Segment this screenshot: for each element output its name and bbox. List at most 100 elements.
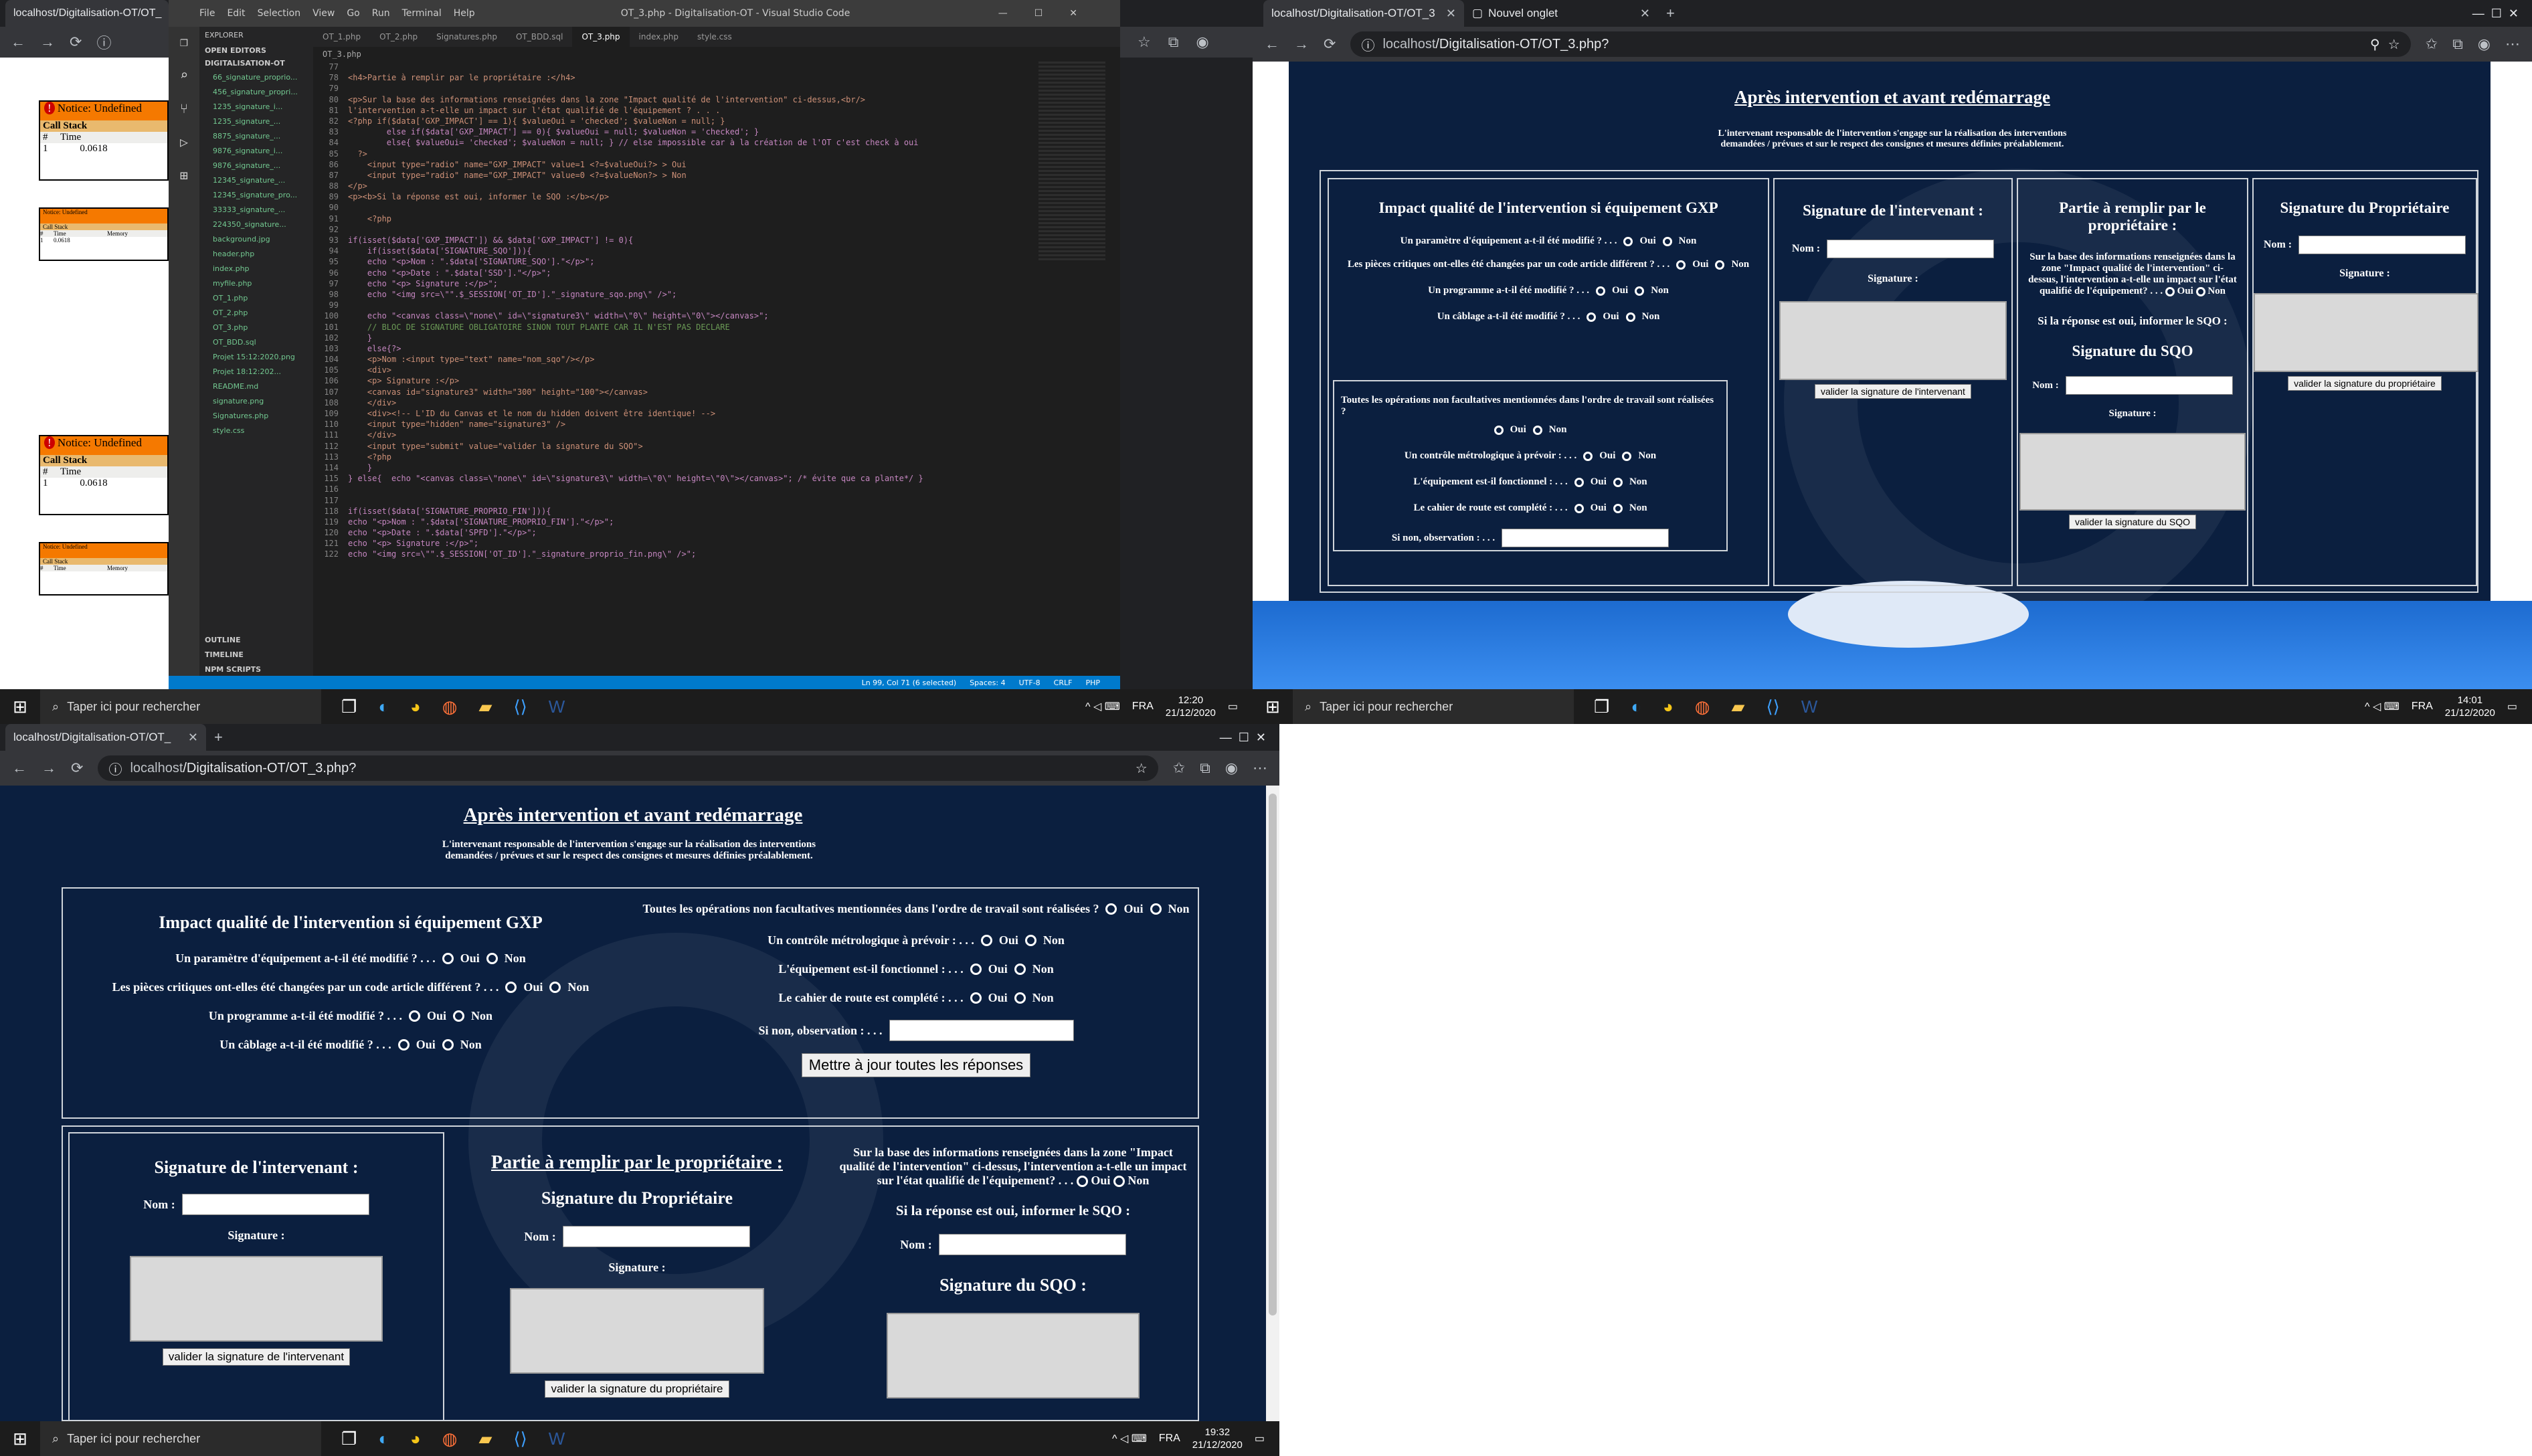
tray-icons[interactable]: ^ ◁ ⌨ (1112, 1432, 1147, 1445)
forward-icon[interactable]: → (1294, 35, 1309, 53)
firefox-icon[interactable]: ◍ (442, 697, 458, 717)
radio-ops-non[interactable] (1532, 425, 1542, 435)
info-icon[interactable]: ⓘ (96, 31, 111, 53)
star-icon[interactable]: ☆ (1138, 33, 1151, 51)
search-icon[interactable]: ⌕ (180, 67, 188, 83)
explorer-file[interactable]: header.php (205, 247, 308, 262)
radio-pieces-non[interactable] (549, 982, 561, 993)
radio-metro-non[interactable] (1622, 451, 1632, 461)
radio-metro-non[interactable] (1024, 935, 1036, 946)
sqo-name-input[interactable] (938, 1234, 1126, 1255)
menu-view[interactable]: View (312, 8, 335, 19)
close-icon[interactable]: ✕ (1446, 7, 1456, 21)
notification-icon[interactable]: ▭ (2507, 700, 2517, 713)
new-tab-button[interactable]: + (206, 724, 231, 751)
radio-pieces-oui[interactable] (1676, 260, 1686, 270)
radio-ops-oui[interactable] (1105, 903, 1117, 915)
radio-pieces-non[interactable] (1715, 260, 1725, 270)
explorer-file[interactable]: myfile.php (205, 276, 308, 291)
code-editor[interactable]: 77 78 <h4>Partie à remplir par le propriét… (313, 62, 1083, 672)
tray-icons[interactable]: ^ ◁ ⌨ (1085, 700, 1120, 713)
taskview-icon[interactable]: ❐ (341, 697, 357, 717)
profile-icon[interactable]: ◉ (1225, 759, 1238, 777)
clock[interactable]: 19:32 21/12/2020 (1192, 1426, 1243, 1452)
window-controls[interactable]: —☐✕ (998, 8, 1120, 19)
explorer-icon[interactable]: ❐ (180, 33, 188, 50)
radio-metro-oui[interactable] (1583, 451, 1593, 461)
radio-cahier-non[interactable] (1014, 992, 1026, 1004)
taskbar-search[interactable]: ⌕ Taper ici pour rechercher (40, 1421, 321, 1456)
star-icon[interactable]: ☆ (2388, 36, 2400, 53)
language-indicator[interactable]: FRA (1132, 701, 1154, 713)
validate-intervenant-button[interactable]: valider la signature de l'intervenant (1815, 384, 1971, 399)
project-folder[interactable]: DIGITALISATION-OT (205, 59, 308, 68)
explorer-file[interactable]: OT_3.php (205, 321, 308, 335)
explorer-file[interactable]: signature.png (205, 394, 308, 409)
new-tab-button[interactable]: + (1658, 0, 1683, 27)
firefox-icon[interactable]: ◍ (1695, 697, 1710, 717)
tab-ot3[interactable]: localhost/Digitalisation-OT/OT_ ✕ (5, 724, 206, 751)
taskbar-search[interactable]: ⌕ Taper ici pour rechercher (1293, 689, 1574, 724)
validate-proprio-button[interactable]: valider la signature du propriétaire (545, 1380, 729, 1398)
validate-sqo-button[interactable]: valider la signature du SQO (2069, 515, 2196, 529)
menu-edit[interactable]: Edit (227, 8, 245, 19)
editor-tab[interactable]: OT_1.php (313, 27, 370, 47)
scrollbar-thumb[interactable] (1269, 794, 1277, 1315)
radio-pieces-oui[interactable] (505, 982, 517, 993)
explorer-file[interactable]: 224350_signature... (205, 217, 308, 232)
explorer-app-icon[interactable]: ▰ (478, 697, 492, 717)
status-item[interactable]: PHP (1085, 678, 1100, 687)
radio-prog-oui[interactable] (409, 1010, 421, 1022)
favorites-icon[interactable]: ✩ (2426, 35, 2438, 53)
menu-terminal[interactable]: Terminal (402, 8, 442, 19)
chrome-icon[interactable]: ◕ (1663, 697, 1674, 717)
back-icon[interactable]: ← (11, 33, 25, 51)
outline-section[interactable]: OUTLINE (205, 636, 241, 644)
explorer-file[interactable]: OT_1.php (205, 291, 308, 306)
taskview-icon[interactable]: ❐ (341, 1429, 357, 1449)
explorer-file[interactable]: 66_signature_proprio... (205, 70, 308, 85)
edge-icon[interactable]: ◐ (1631, 697, 1641, 717)
url-field[interactable]: ⓘ localhost/Digitalisation-OT/OT_3.php? ☆ (98, 755, 1158, 781)
vscode-app-icon[interactable]: ⟨⟩ (513, 697, 527, 717)
tray-icons[interactable]: ^ ◁ ⌨ (2365, 700, 2400, 713)
windows-start-icon[interactable]: ⊞ (0, 1429, 40, 1449)
edge-icon[interactable]: ◐ (378, 697, 389, 717)
chrome-icon[interactable]: ◕ (410, 697, 421, 717)
vscode-app-icon[interactable]: ⟨⟩ (1766, 697, 1779, 717)
explorer-file[interactable]: README.md (205, 379, 308, 394)
windows-start-icon[interactable]: ⊞ (1253, 697, 1293, 717)
tab-new[interactable]: ▢ Nouvel onglet ✕ (1464, 0, 1658, 27)
editor-tab[interactable]: OT_BDD.sql (507, 27, 573, 47)
open-editors[interactable]: OPEN EDITORS (205, 46, 308, 55)
explorer-file[interactable]: 1235_signature_... (205, 114, 308, 129)
sliver-tab[interactable]: localhost/Digitalisation-OT/OT_ (5, 0, 169, 27)
radio-cahier-oui[interactable] (1574, 503, 1584, 513)
minimap[interactable] (1038, 62, 1105, 262)
status-item[interactable]: CRLF (1054, 678, 1073, 687)
explorer-file[interactable]: 1235_signature_i... (205, 100, 308, 114)
radio-cablage-non[interactable] (1625, 312, 1635, 322)
radio-fonct-oui[interactable] (1574, 477, 1584, 487)
radio-fonct-non[interactable] (1014, 964, 1026, 975)
radio-prog-non[interactable] (453, 1010, 465, 1022)
collections-icon[interactable]: ⧉ (2452, 35, 2463, 53)
observation-input[interactable] (1502, 529, 1669, 547)
radio-param-non[interactable] (1662, 236, 1672, 246)
explorer-app-icon[interactable]: ▰ (478, 1429, 492, 1449)
profile-icon[interactable]: ◉ (1196, 33, 1208, 51)
back-icon[interactable]: ← (12, 759, 27, 777)
status-item[interactable]: UTF-8 (1019, 678, 1041, 687)
explorer-file[interactable]: index.php (205, 262, 308, 276)
reload-icon[interactable]: ⟳ (70, 33, 82, 51)
validate-intervenant-button[interactable]: valider la signature de l'intervenant (162, 1348, 351, 1366)
menu-go[interactable]: Go (347, 8, 359, 19)
radio-metro-oui[interactable] (980, 935, 992, 946)
radio-gxp-oui[interactable] (1076, 1176, 1088, 1188)
language-indicator[interactable]: FRA (1159, 1433, 1180, 1445)
editor-tab[interactable]: Signatures.php (427, 27, 507, 47)
profile-icon[interactable]: ◉ (2478, 35, 2491, 53)
radio-prog-non[interactable] (1635, 286, 1645, 296)
clock[interactable]: 14:01 21/12/2020 (2445, 694, 2495, 720)
menu-file[interactable]: File (199, 8, 215, 19)
